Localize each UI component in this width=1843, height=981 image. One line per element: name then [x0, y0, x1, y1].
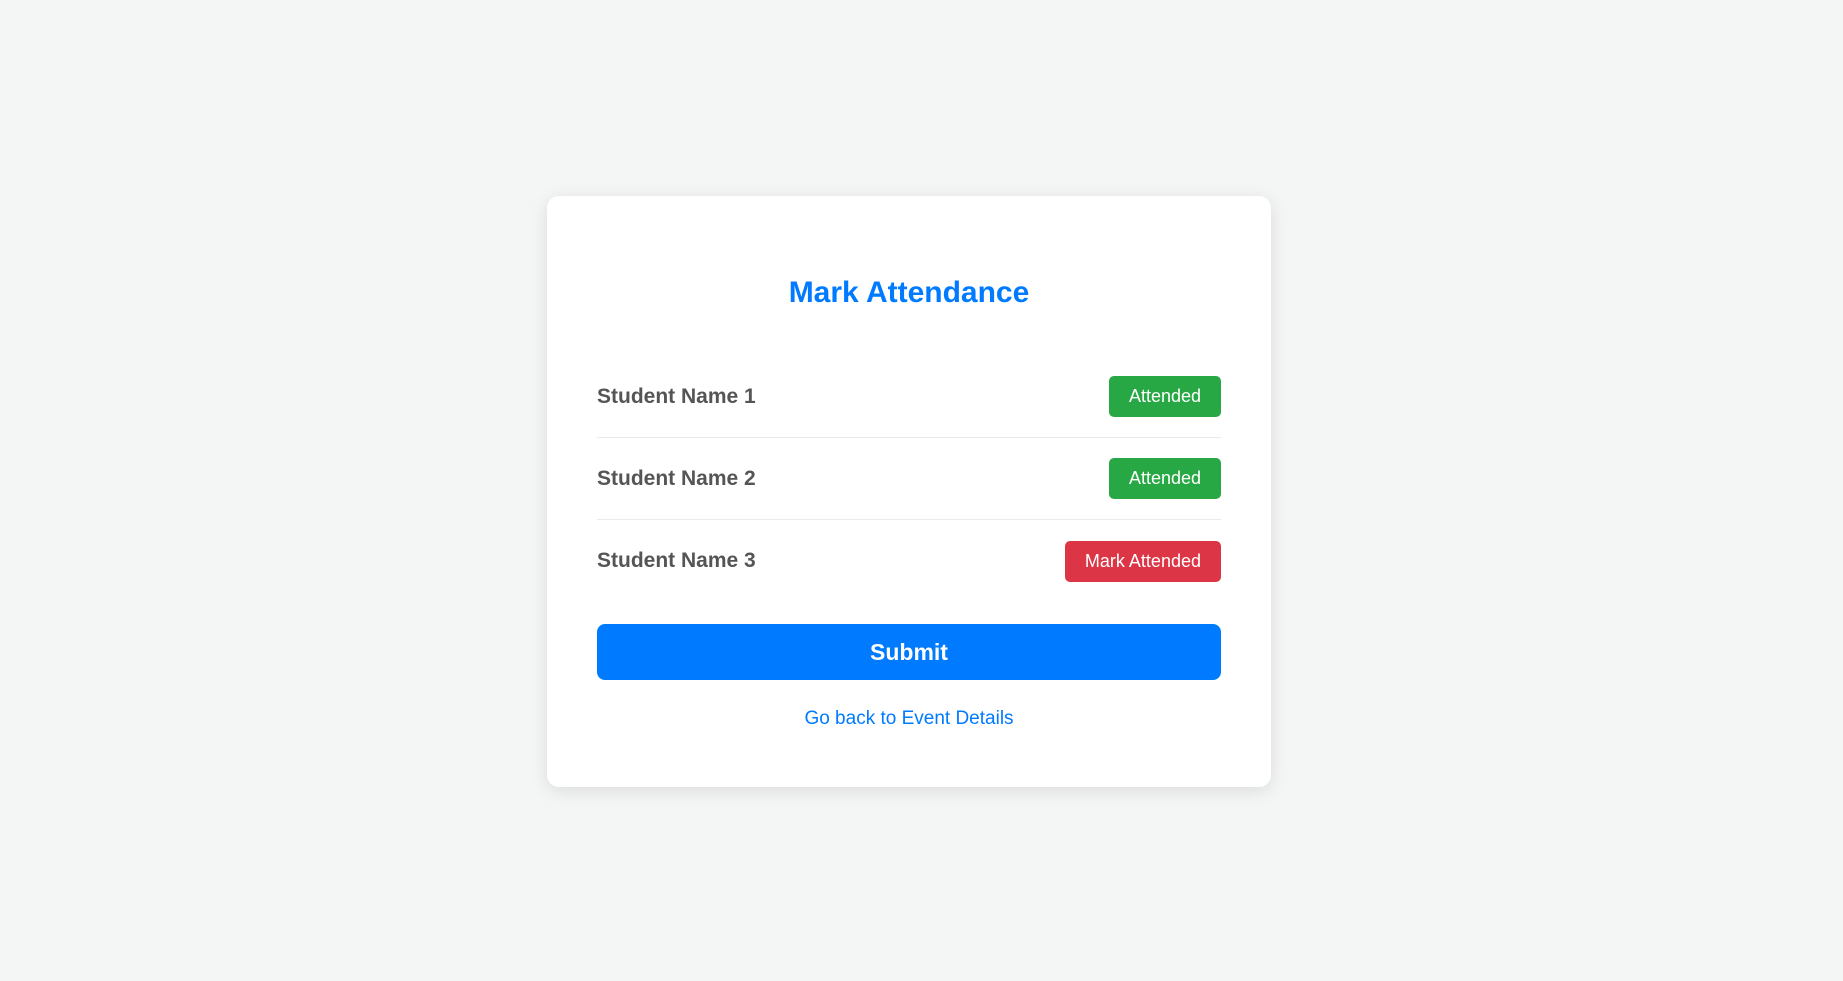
student-list: Student Name 1 Attended Student Name 2 A… [597, 356, 1221, 602]
attended-button[interactable]: Attended [1108, 458, 1221, 499]
attended-button[interactable]: Attended [1108, 376, 1221, 417]
mark-attended-button[interactable]: Mark Attended [1064, 540, 1221, 582]
student-row: Student Name 1 Attended [597, 356, 1221, 438]
student-name: Student Name 3 [597, 549, 756, 572]
back-to-event-details-link[interactable]: Go back to Event Details [804, 708, 1013, 729]
student-row: Student Name 2 Attended [597, 438, 1221, 520]
attendance-card: Mark Attendance Student Name 1 Attended … [547, 196, 1271, 787]
student-name: Student Name 1 [597, 384, 756, 408]
page-title: Mark Attendance [788, 276, 1030, 309]
student-name: Student Name 2 [597, 466, 756, 490]
student-row: Student Name 3 Mark Attended [597, 520, 1221, 602]
submit-button[interactable]: Submit [597, 624, 1221, 680]
back-link-container: Go back to Event Details [597, 708, 1221, 730]
